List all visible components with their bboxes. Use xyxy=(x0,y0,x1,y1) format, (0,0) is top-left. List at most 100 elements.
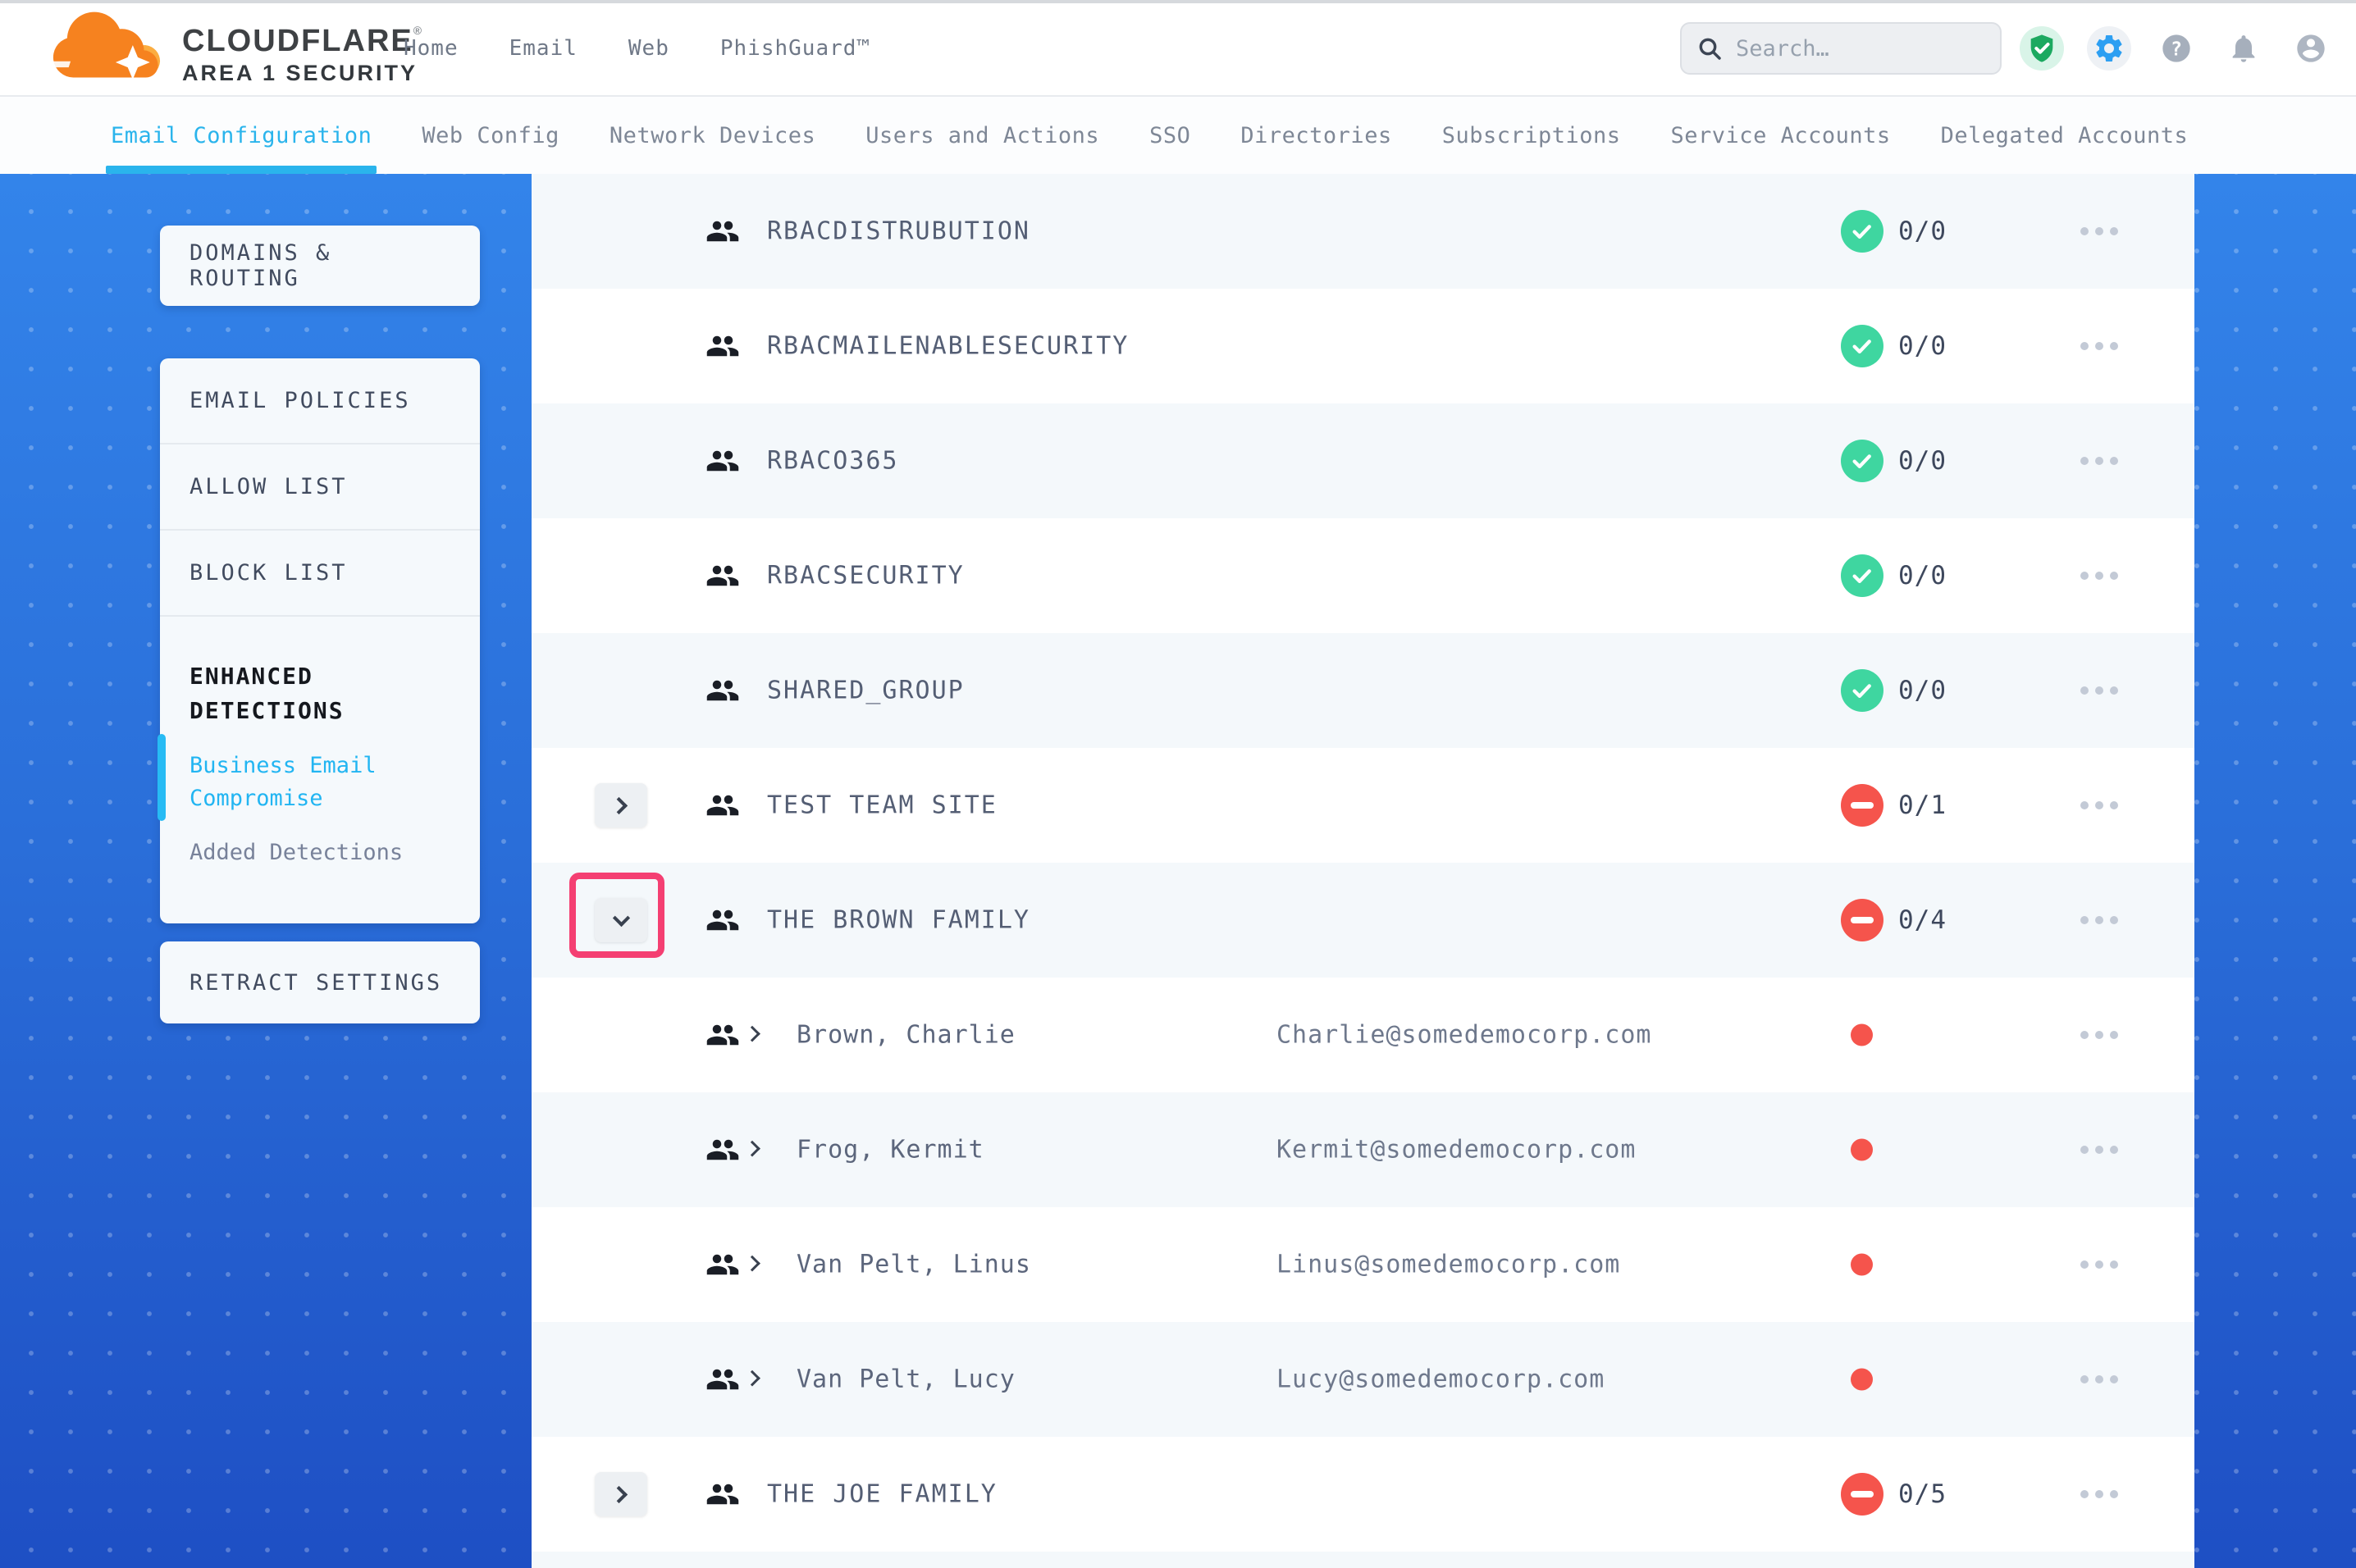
chevron-icon xyxy=(610,1485,628,1502)
tab-delegated-accounts[interactable]: Delegated Accounts xyxy=(1941,97,2189,174)
row-count: 0/0 xyxy=(1898,676,1947,705)
sidebar-link-added-detections[interactable]: Added Detections xyxy=(189,836,427,869)
row-email: Kermit@somedemocorp.com xyxy=(1276,1136,1636,1165)
row-name: RBACO365 xyxy=(767,447,899,476)
row-name: SHARED_GROUP xyxy=(767,677,965,705)
minus-icon xyxy=(1851,802,1874,809)
header-action-icons: ? xyxy=(2020,0,2333,97)
cloudflare-logo[interactable]: CLOUDFLARE® AREA 1 SECURITY xyxy=(46,7,423,92)
sidebar-item-email-policies[interactable]: EMAIL POLICIES xyxy=(160,358,480,443)
row-name: RBACMAILENABLESECURITY xyxy=(767,332,1129,361)
row-menu-button[interactable] xyxy=(2077,334,2121,358)
status-blocked-badge xyxy=(1841,899,1883,941)
sidebar-item-block-list[interactable]: BLOCK LIST xyxy=(160,529,480,615)
status-dot xyxy=(1851,1369,1873,1391)
cloudflare-cloud-icon xyxy=(46,7,177,92)
account-icon[interactable] xyxy=(2289,26,2333,71)
sidebar-card-retract-settings[interactable]: RETRACT SETTINGS xyxy=(160,941,480,1023)
table-row: RBACMAILENABLESECURITY 0/0 xyxy=(532,289,2194,403)
status-ok-badge xyxy=(1841,440,1883,482)
search-box[interactable] xyxy=(1680,22,2002,75)
row-name: RBACSECURITY xyxy=(767,562,965,590)
bell-icon[interactable] xyxy=(2221,26,2266,71)
retract-settings-label: RETRACT SETTINGS xyxy=(189,970,442,996)
enhanced-detections-section: ENHANCED DETECTIONS Business Email Compr… xyxy=(160,615,480,923)
row-menu-button[interactable] xyxy=(2077,793,2121,818)
table-row: RBACSECURITY 0/0 xyxy=(532,518,2194,633)
row-name: THE BROWN FAMILY xyxy=(767,906,1030,935)
table-row: TEST TEAM SITE 0/1 xyxy=(532,748,2194,863)
search-input[interactable] xyxy=(1736,36,1985,62)
status-dot xyxy=(1851,1139,1873,1161)
status-ok-badge xyxy=(1841,554,1883,597)
row-name: Van Pelt, Linus xyxy=(797,1251,1031,1279)
group-people-icon xyxy=(704,673,742,708)
group-people-icon xyxy=(704,214,742,248)
row-menu-button[interactable] xyxy=(2077,1482,2121,1506)
sidebar-link-business-email-compromise[interactable]: Business Email Compromise xyxy=(189,750,427,815)
row-menu-button[interactable] xyxy=(2077,1252,2121,1277)
row-menu-button[interactable] xyxy=(2077,563,2121,588)
gear-icon[interactable] xyxy=(2087,26,2131,71)
nav-link-home[interactable]: Home xyxy=(404,36,459,61)
brand-name: CLOUDFLARE xyxy=(182,24,413,58)
search-icon xyxy=(1696,35,1723,62)
row-menu-button[interactable] xyxy=(2077,1367,2121,1392)
table-row: RBACO365 0/0 xyxy=(532,403,2194,518)
nav-link-phishguard[interactable]: PhishGuard™ xyxy=(720,36,870,61)
chevron-icon xyxy=(610,796,628,814)
row-count: 0/0 xyxy=(1898,561,1947,590)
nav-link-web[interactable]: Web xyxy=(628,36,669,61)
row-count: 0/0 xyxy=(1898,331,1947,361)
expand-toggle-button[interactable] xyxy=(595,1472,647,1516)
table-row: Van Pelt, Lucy Lucy@somedemocorp.com xyxy=(532,1322,2194,1437)
group-people-icon xyxy=(704,1247,742,1282)
row-menu-button[interactable] xyxy=(2077,1023,2121,1047)
group-people-icon xyxy=(704,1018,742,1052)
row-name: Brown, Charlie xyxy=(797,1021,1016,1050)
row-name: THE JOE FAMILY xyxy=(767,1480,998,1509)
tab-subscriptions[interactable]: Subscriptions xyxy=(1442,97,1621,174)
group-people-icon xyxy=(704,788,742,823)
row-count: 0/0 xyxy=(1898,446,1947,476)
group-people-icon xyxy=(704,1133,742,1167)
chevron-right-icon xyxy=(744,1370,760,1387)
row-count: 0/0 xyxy=(1898,217,1947,246)
row-menu-button[interactable] xyxy=(2077,678,2121,703)
table-row: THE JOE FAMILY 0/5 xyxy=(532,1437,2194,1552)
row-menu-button[interactable] xyxy=(2077,449,2121,473)
domains-routing-label: DOMAINS & ROUTING xyxy=(189,240,450,291)
enhanced-detections-title: ENHANCED DETECTIONS xyxy=(189,659,403,728)
shield-check-icon[interactable] xyxy=(2020,26,2064,71)
table-row: SHARED_GROUP 0/0 xyxy=(532,633,2194,748)
app-header: CLOUDFLARE® AREA 1 SECURITY Home Email Web… xyxy=(0,0,2356,97)
row-name: Frog, Kermit xyxy=(797,1136,984,1165)
minus-icon xyxy=(1851,917,1874,923)
tab-network-devices[interactable]: Network Devices xyxy=(610,97,815,174)
help-icon[interactable]: ? xyxy=(2154,26,2198,71)
row-menu-button[interactable] xyxy=(2077,1137,2121,1162)
sidebar-item-allow-list[interactable]: ALLOW LIST xyxy=(160,443,480,529)
group-people-icon xyxy=(704,329,742,363)
tab-sso[interactable]: SSO xyxy=(1149,97,1190,174)
active-link-indicator xyxy=(158,734,166,821)
config-tabbar: Email Configuration Web Config Network Dev… xyxy=(0,97,2356,174)
tab-email-configuration[interactable]: Email Configuration xyxy=(111,97,372,174)
brand-subtitle: AREA 1 SECURITY xyxy=(182,59,423,87)
table-row: Van Pelt, Linus Linus@somedemocorp.com xyxy=(532,1207,2194,1322)
sidebar-card-domains-routing[interactable]: DOMAINS & ROUTING xyxy=(160,226,480,306)
tab-web-config[interactable]: Web Config xyxy=(422,97,559,174)
chevron-right-icon xyxy=(744,1141,760,1157)
group-people-icon xyxy=(704,903,742,937)
expand-toggle-button[interactable] xyxy=(595,783,647,827)
status-blocked-badge xyxy=(1841,784,1883,827)
row-menu-button[interactable] xyxy=(2077,219,2121,244)
row-email: Charlie@somedemocorp.com xyxy=(1276,1021,1651,1050)
tab-service-accounts[interactable]: Service Accounts xyxy=(1671,97,1891,174)
nav-link-email[interactable]: Email xyxy=(509,36,578,61)
group-people-icon xyxy=(704,1477,742,1511)
chevron-right-icon xyxy=(744,1256,760,1272)
row-menu-button[interactable] xyxy=(2077,908,2121,932)
tab-directories[interactable]: Directories xyxy=(1240,97,1391,174)
tab-users-and-actions[interactable]: Users and Actions xyxy=(865,97,1099,174)
